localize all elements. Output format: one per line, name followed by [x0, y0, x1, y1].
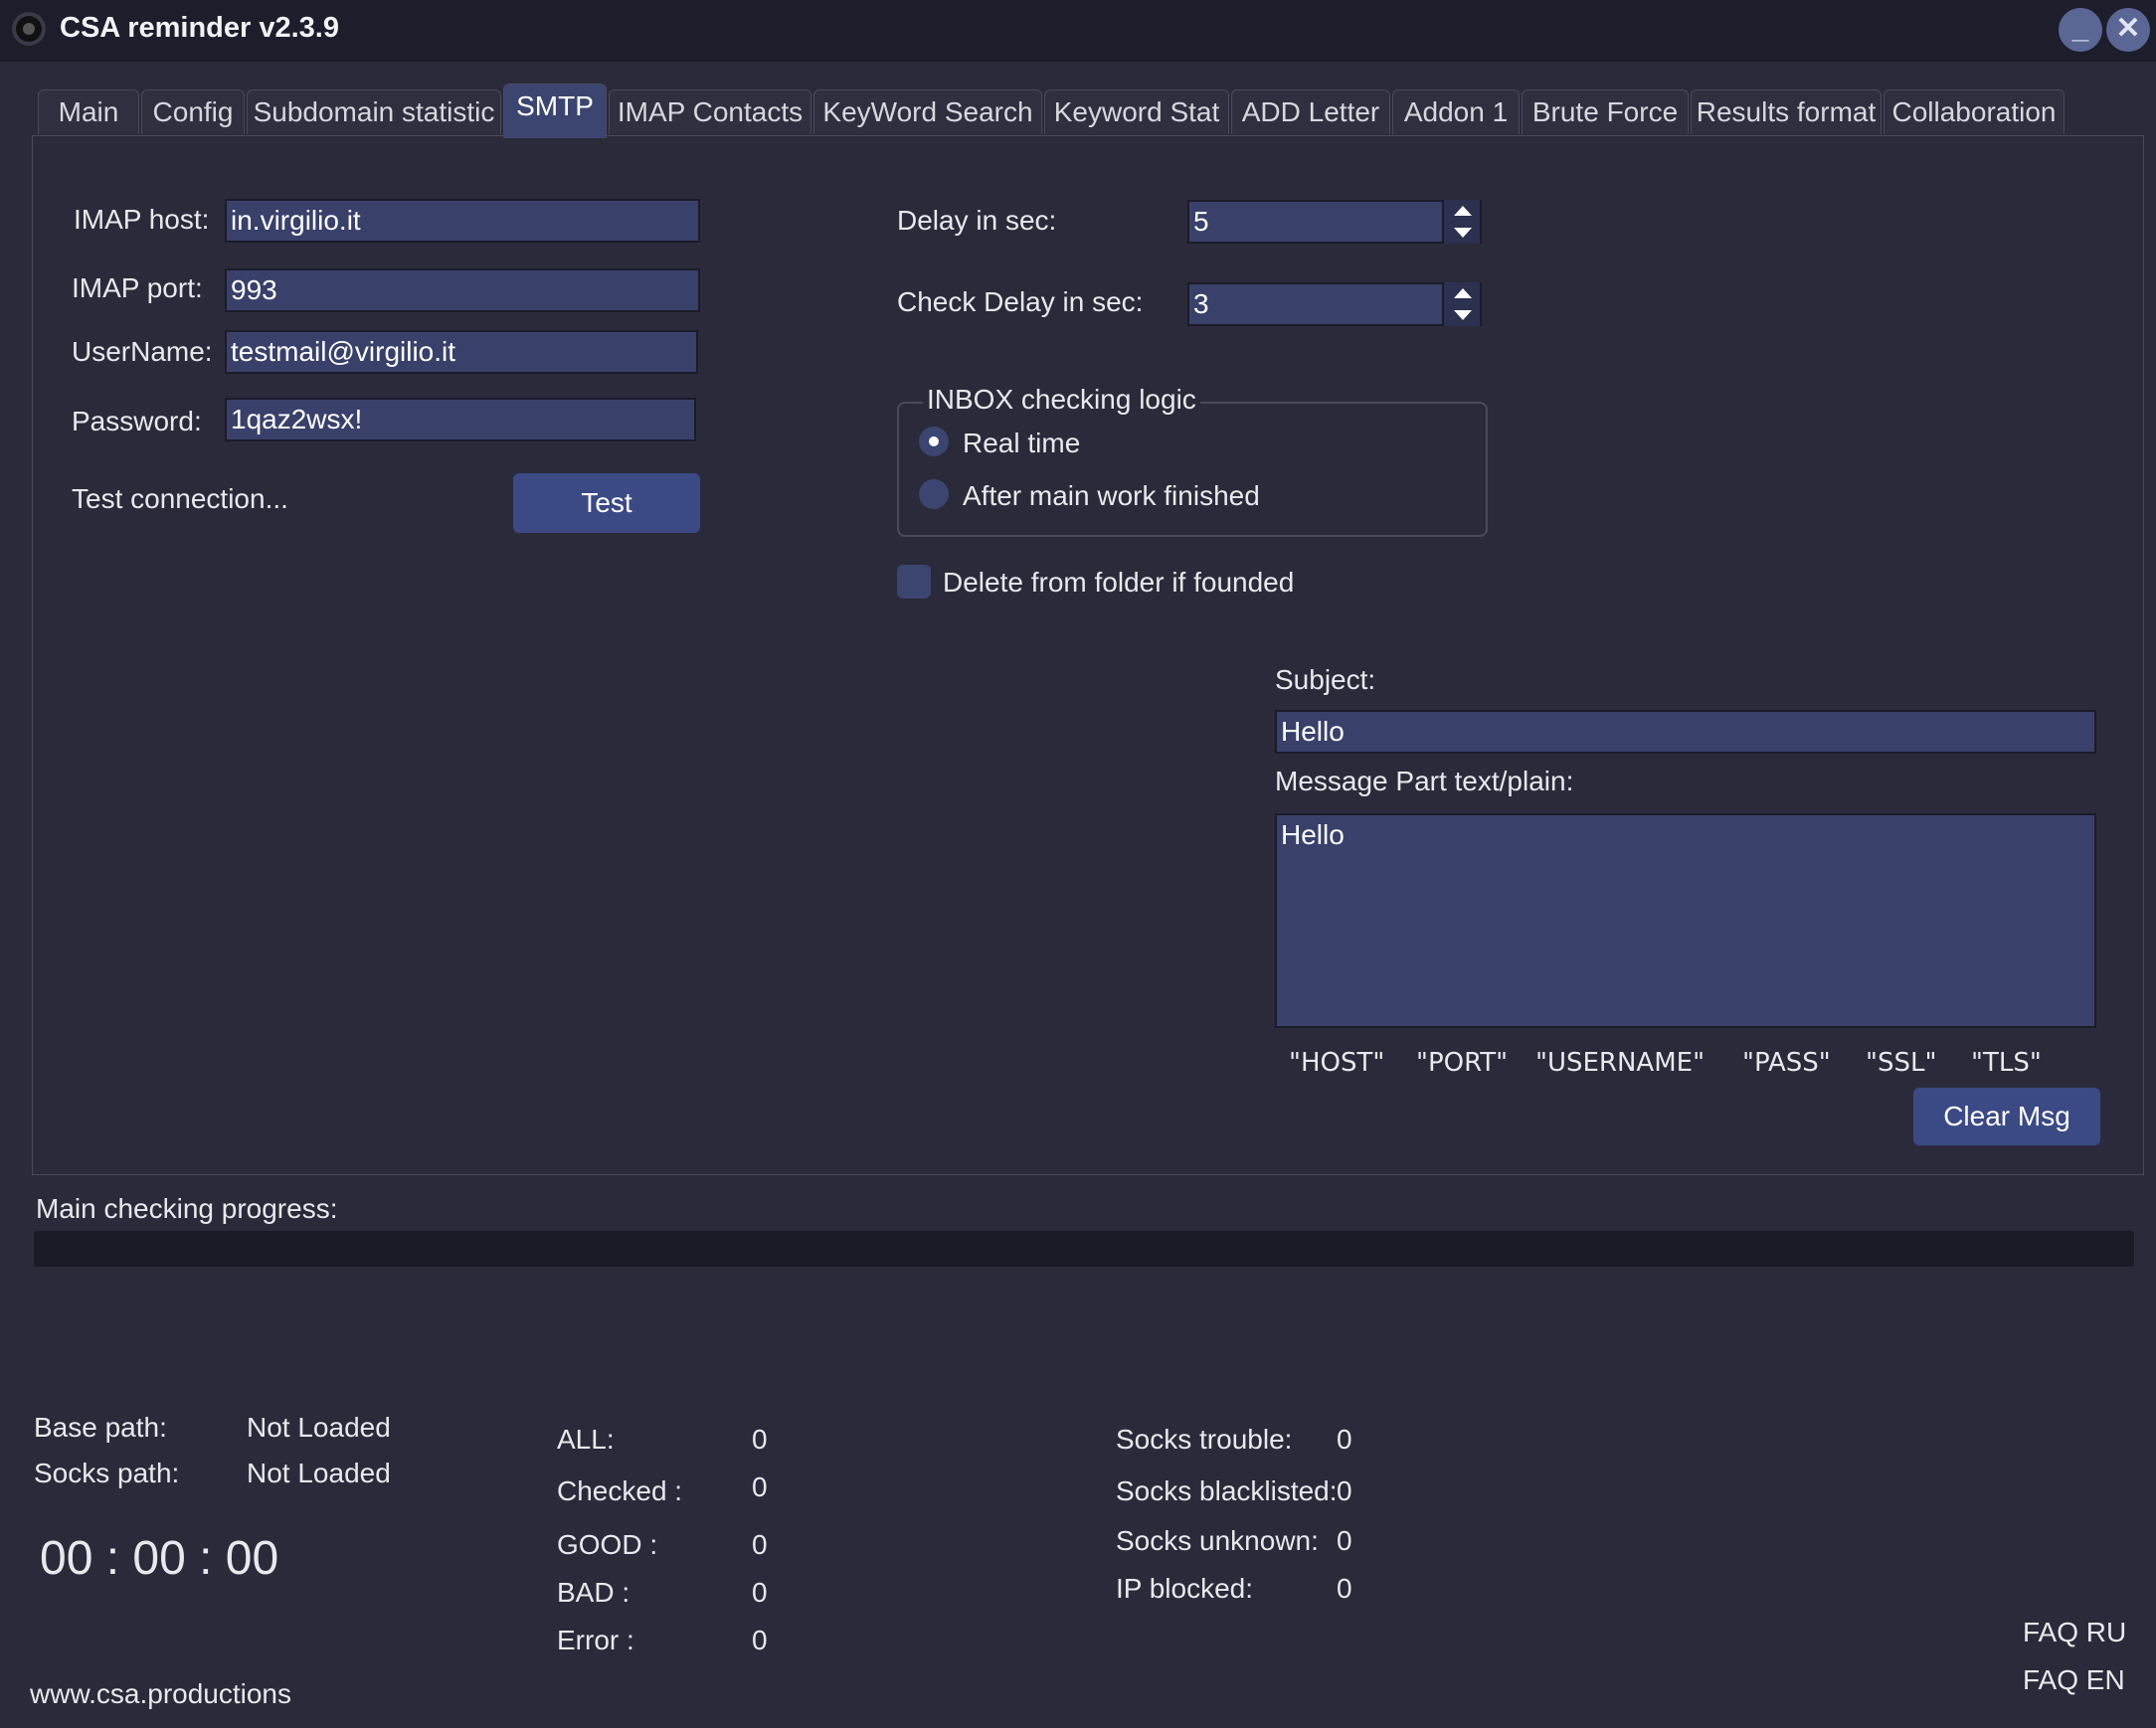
main-progress-bar — [34, 1231, 2134, 1267]
base-path-value: Not Loaded — [247, 1412, 391, 1443]
stat-all-label: ALL: — [557, 1424, 615, 1455]
tab-collaboration[interactable]: Collaboration — [1884, 89, 2065, 134]
delay-spinner-arrows[interactable] — [1442, 200, 1480, 244]
socks-unknown-label: Socks unknown: — [1116, 1525, 1319, 1556]
message-body-label: Message Part text/plain: — [1275, 766, 1574, 796]
check-delay-label: Check Delay in sec: — [897, 286, 1144, 317]
inbox-logic-title: INBOX checking logic — [923, 384, 1200, 416]
imap-port-label: IMAP port: — [72, 272, 203, 303]
macro-username[interactable]: "USERNAME" — [1535, 1048, 1705, 1078]
inbox-logic-group — [897, 402, 1488, 537]
delay-input[interactable]: 5 — [1187, 200, 1482, 244]
tab-imap-contacts[interactable]: IMAP Contacts — [609, 89, 811, 134]
stat-error-label: Error : — [557, 1625, 634, 1655]
ip-blocked-value: 0 — [1337, 1573, 1352, 1604]
stat-good-value: 0 — [752, 1529, 768, 1560]
progress-label: Main checking progress: — [36, 1193, 338, 1224]
realtime-radio-label[interactable]: Real time — [963, 428, 1080, 459]
tab-brute-force[interactable]: Brute Force — [1522, 89, 1689, 134]
delete-from-folder-label[interactable]: Delete from folder if founded — [943, 567, 1294, 599]
macro-tls[interactable]: "TLS" — [1971, 1048, 2042, 1078]
test-button[interactable]: Test — [513, 473, 700, 533]
socks-path-value: Not Loaded — [247, 1458, 391, 1488]
tab-subdomain-statistic[interactable]: Subdomain statistic — [247, 89, 501, 134]
subject-input[interactable]: Hello — [1275, 710, 2096, 754]
tab-results-format[interactable]: Results format — [1691, 89, 1882, 134]
stat-checked-label: Checked : — [557, 1475, 683, 1506]
window-title: CSA reminder v2.3.9 — [60, 12, 339, 44]
delay-label: Delay in sec: — [897, 205, 1057, 236]
stat-error-value: 0 — [752, 1625, 768, 1655]
socks-unknown-value: 0 — [1337, 1525, 1352, 1556]
after-main-work-radio-label[interactable]: After main work finished — [963, 480, 1260, 512]
socks-blacklisted-label: Socks blacklisted: — [1116, 1475, 1338, 1506]
delete-from-folder-checkbox[interactable] — [897, 565, 931, 599]
stat-good-label: GOOD : — [557, 1529, 658, 1560]
imap-host-label: IMAP host: — [74, 204, 210, 235]
imap-host-input[interactable]: in.virgilio.it — [225, 199, 700, 243]
socks-trouble-value: 0 — [1337, 1424, 1352, 1455]
socks-path-label: Socks path: — [34, 1458, 180, 1488]
tab-keyword-search[interactable]: KeyWord Search — [813, 89, 1042, 134]
title-bar: CSA reminder v2.3.9 _ ✕ — [0, 0, 2156, 62]
stat-bad-label: BAD : — [557, 1577, 630, 1608]
username-label: UserName: — [72, 336, 213, 367]
test-connection-label: Test connection... — [72, 483, 288, 514]
macro-port[interactable]: "PORT" — [1416, 1048, 1508, 1078]
macro-host[interactable]: "HOST" — [1289, 1048, 1384, 1078]
faq-ru-link[interactable]: FAQ RU — [2023, 1617, 2126, 1648]
socks-trouble-label: Socks trouble: — [1116, 1424, 1293, 1455]
tab-main[interactable]: Main — [38, 89, 139, 134]
message-body-textarea[interactable]: Hello — [1275, 813, 2096, 1028]
tab-addon-1[interactable]: Addon 1 — [1392, 89, 1520, 134]
close-button[interactable]: ✕ — [2106, 8, 2150, 52]
password-label: Password: — [72, 406, 202, 436]
stat-all-value: 0 — [752, 1424, 768, 1455]
app-logo-icon — [12, 12, 46, 46]
base-path-label: Base path: — [34, 1412, 167, 1443]
socks-blacklisted-value: 0 — [1337, 1475, 1352, 1506]
ip-blocked-label: IP blocked: — [1116, 1573, 1254, 1604]
tab-smtp[interactable]: SMTP — [503, 84, 607, 138]
subject-label: Subject: — [1275, 664, 1376, 695]
tab-config[interactable]: Config — [141, 89, 245, 134]
macro-pass[interactable]: "PASS" — [1742, 1048, 1831, 1078]
password-input[interactable]: 1qaz2wsx! — [225, 398, 696, 441]
tab-add-letter[interactable]: ADD Letter — [1231, 89, 1390, 134]
after-main-work-radio[interactable] — [919, 479, 949, 509]
imap-port-input[interactable]: 993 — [225, 268, 700, 312]
macro-ssl[interactable]: "SSL" — [1866, 1048, 1936, 1078]
elapsed-timer: 00 : 00 : 00 — [40, 1532, 279, 1585]
tab-keyword-stat[interactable]: Keyword Stat — [1044, 89, 1229, 134]
realtime-radio[interactable] — [919, 427, 949, 456]
minimize-button[interactable]: _ — [2059, 8, 2102, 52]
check-delay-input[interactable]: 3 — [1187, 282, 1482, 326]
clear-msg-button[interactable]: Clear Msg — [1913, 1088, 2100, 1145]
website-link[interactable]: www.csa.productions — [30, 1678, 291, 1710]
faq-en-link[interactable]: FAQ EN — [2023, 1664, 2125, 1696]
stat-bad-value: 0 — [752, 1577, 768, 1608]
username-input[interactable]: testmail@virgilio.it — [225, 330, 698, 374]
stat-checked-value: 0 — [752, 1471, 768, 1502]
check-delay-spinner-arrows[interactable] — [1442, 282, 1480, 326]
